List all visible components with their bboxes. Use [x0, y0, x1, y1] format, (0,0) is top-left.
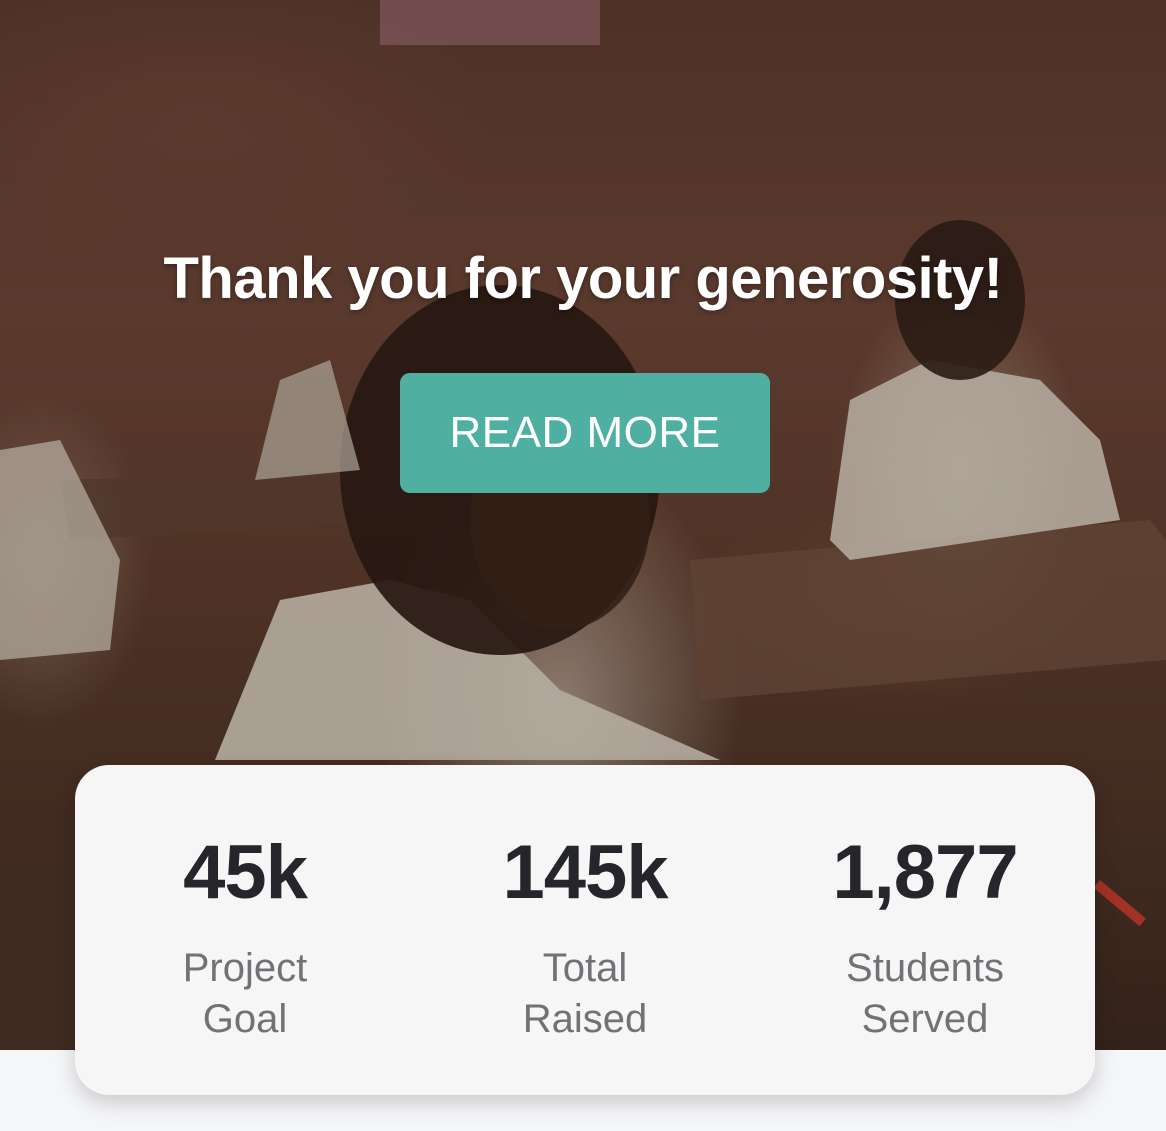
stat-label: Project Goal	[182, 946, 308, 1041]
stat-value: 145k	[502, 830, 668, 915]
stat-value: 45k	[183, 830, 308, 915]
stats-card: 45k Project Goal 145k Total Raised 1,877…	[75, 765, 1095, 1095]
stat-project-goal: 45k Project Goal	[75, 765, 415, 1095]
read-more-button[interactable]: READ MORE	[400, 373, 770, 493]
stat-students-served: 1,877 Students Served	[755, 765, 1095, 1095]
headline: Thank you for your generosity!	[163, 246, 1004, 311]
stat-label: Total Raised	[522, 946, 648, 1041]
stat-label: Students Served	[846, 946, 1004, 1041]
stat-value: 1,877	[832, 830, 1018, 915]
stat-total-raised: 145k Total Raised	[415, 765, 755, 1095]
